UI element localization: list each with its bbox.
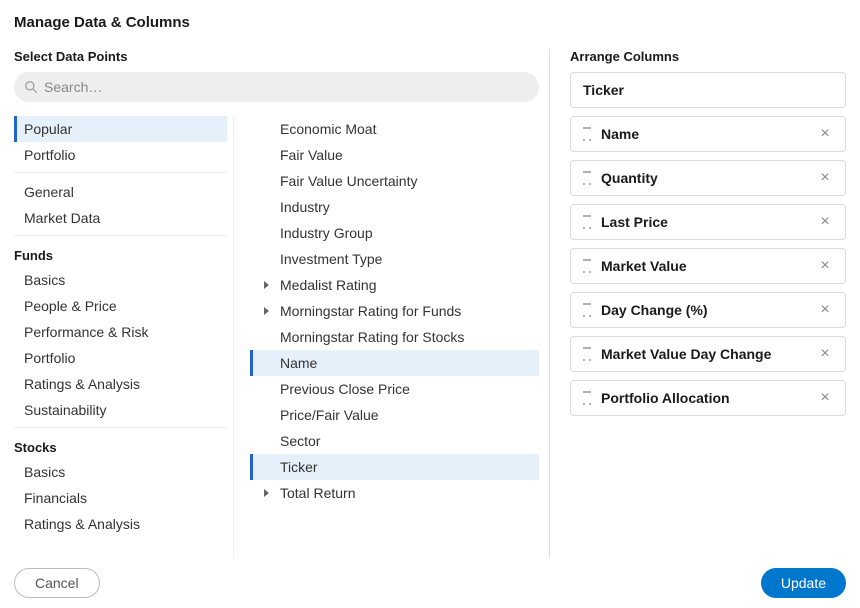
datapoint-item[interactable]: Sector: [250, 428, 539, 454]
datapoint-item[interactable]: Price/Fair Value: [250, 402, 539, 428]
category-item[interactable]: Performance & Risk: [14, 319, 227, 345]
datapoint-label: Price/Fair Value: [280, 407, 379, 423]
update-button[interactable]: Update: [761, 568, 846, 598]
datapoint-label: Morningstar Rating for Stocks: [280, 329, 464, 345]
caret-right-icon: [264, 307, 269, 315]
caret-right-icon: [264, 281, 269, 289]
drag-handle-icon[interactable]: [583, 171, 591, 185]
category-block: StocksBasicsFinancialsRatings & Analysis: [14, 434, 227, 541]
datapoint-item[interactable]: Investment Type: [250, 246, 539, 272]
datapoint-item[interactable]: Name: [250, 350, 539, 376]
datapoint-item[interactable]: Fair Value Uncertainty: [250, 168, 539, 194]
category-item[interactable]: General: [14, 179, 227, 205]
datapoint-item[interactable]: Ticker: [250, 454, 539, 480]
datapoint-item[interactable]: Industry Group: [250, 220, 539, 246]
datapoint-item[interactable]: Medalist Rating: [250, 272, 539, 298]
drag-handle-icon[interactable]: [583, 303, 591, 317]
datapoint-label: Economic Moat: [280, 121, 376, 137]
datapoint-label: Sector: [280, 433, 320, 449]
search-icon: [24, 80, 38, 94]
column-label: Portfolio Allocation: [601, 390, 815, 406]
remove-column-icon[interactable]: ×: [815, 300, 835, 320]
column-label: Market Value: [601, 258, 815, 274]
category-item[interactable]: Sustainability: [14, 397, 227, 423]
datapoint-label: Medalist Rating: [280, 277, 377, 293]
column-row[interactable]: Portfolio Allocation×: [570, 380, 846, 416]
column-label: Name: [601, 126, 815, 142]
category-item[interactable]: Ratings & Analysis: [14, 511, 227, 537]
remove-column-icon[interactable]: ×: [815, 388, 835, 408]
datapoint-list: Economic Moat Fair Value Fair Value Uncert…: [234, 116, 539, 558]
column-row[interactable]: Quantity×: [570, 160, 846, 196]
category-item[interactable]: Ratings & Analysis: [14, 371, 227, 397]
category-block: GeneralMarket Data: [14, 179, 227, 236]
category-item[interactable]: Portfolio: [14, 345, 227, 371]
column-label: Day Change (%): [601, 302, 815, 318]
datapoint-label: Previous Close Price: [280, 381, 410, 397]
arrange-columns-panel: Arrange Columns TickerName×Quantity×Last…: [549, 49, 846, 558]
drag-handle-icon[interactable]: [583, 347, 591, 361]
column-label: Last Price: [601, 214, 815, 230]
category-item[interactable]: Market Data: [14, 205, 227, 231]
remove-column-icon[interactable]: ×: [815, 212, 835, 232]
category-item[interactable]: Popular: [14, 116, 227, 142]
datapoint-label: Fair Value Uncertainty: [280, 173, 417, 189]
category-item[interactable]: Financials: [14, 485, 227, 511]
remove-column-icon[interactable]: ×: [815, 256, 835, 276]
datapoint-item[interactable]: Morningstar Rating for Stocks: [250, 324, 539, 350]
drag-handle-icon[interactable]: [583, 391, 591, 405]
drag-handle-icon[interactable]: [583, 259, 591, 273]
datapoint-label: Investment Type: [280, 251, 382, 267]
column-row[interactable]: Market Value Day Change×: [570, 336, 846, 372]
column-list: TickerName×Quantity×Last Price×Market Va…: [570, 72, 846, 416]
datapoint-label: Fair Value: [280, 147, 343, 163]
datapoint-item[interactable]: Economic Moat: [250, 116, 539, 142]
datapoint-label: Morningstar Rating for Funds: [280, 303, 461, 319]
category-block: PopularPortfolio: [14, 116, 227, 173]
datapoint-label: Total Return: [280, 485, 355, 501]
remove-column-icon[interactable]: ×: [815, 124, 835, 144]
category-heading: Stocks: [14, 434, 227, 459]
category-item[interactable]: Portfolio: [14, 142, 227, 168]
arrange-columns-label: Arrange Columns: [570, 49, 846, 64]
column-row[interactable]: Name×: [570, 116, 846, 152]
drag-handle-icon[interactable]: [583, 215, 591, 229]
column-row[interactable]: Last Price×: [570, 204, 846, 240]
category-item[interactable]: Basics: [14, 267, 227, 293]
remove-column-icon[interactable]: ×: [815, 344, 835, 364]
column-row[interactable]: Day Change (%)×: [570, 292, 846, 328]
manage-columns-dialog: Manage Data & Columns Select Data Points…: [0, 0, 860, 608]
remove-column-icon[interactable]: ×: [815, 168, 835, 188]
search-wrap: [14, 72, 539, 102]
datapoint-item[interactable]: Total Return: [250, 480, 539, 506]
datapoint-item[interactable]: Fair Value: [250, 142, 539, 168]
cancel-button[interactable]: Cancel: [14, 568, 100, 598]
panels: PopularPortfolioGeneralMarket DataFundsB…: [14, 116, 539, 558]
datapoint-item[interactable]: Morningstar Rating for Funds: [250, 298, 539, 324]
category-block: FundsBasicsPeople & PricePerformance & R…: [14, 242, 227, 428]
datapoint-label: Ticker: [280, 459, 318, 475]
caret-right-icon: [264, 489, 269, 497]
column-label: Quantity: [601, 170, 815, 186]
category-list: PopularPortfolioGeneralMarket DataFundsB…: [14, 116, 234, 558]
column-label: Ticker: [583, 82, 835, 98]
datapoint-item[interactable]: Industry: [250, 194, 539, 220]
dialog-title: Manage Data & Columns: [14, 14, 846, 31]
dialog-footer: Cancel Update: [14, 558, 846, 598]
datapoint-label: Industry Group: [280, 225, 373, 241]
datapoint-label: Industry: [280, 199, 330, 215]
select-data-points-panel: Select Data Points PopularPortfolioGener…: [14, 49, 549, 558]
search-input[interactable]: [14, 72, 539, 102]
dialog-body: Select Data Points PopularPortfolioGener…: [14, 49, 846, 558]
category-heading: Funds: [14, 242, 227, 267]
drag-handle-icon[interactable]: [583, 127, 591, 141]
column-row[interactable]: Market Value×: [570, 248, 846, 284]
category-item[interactable]: Basics: [14, 459, 227, 485]
datapoint-item[interactable]: Previous Close Price: [250, 376, 539, 402]
column-row: Ticker: [570, 72, 846, 108]
category-item[interactable]: People & Price: [14, 293, 227, 319]
datapoint-label: Name: [280, 355, 317, 371]
select-data-points-label: Select Data Points: [14, 49, 539, 64]
column-label: Market Value Day Change: [601, 346, 815, 362]
